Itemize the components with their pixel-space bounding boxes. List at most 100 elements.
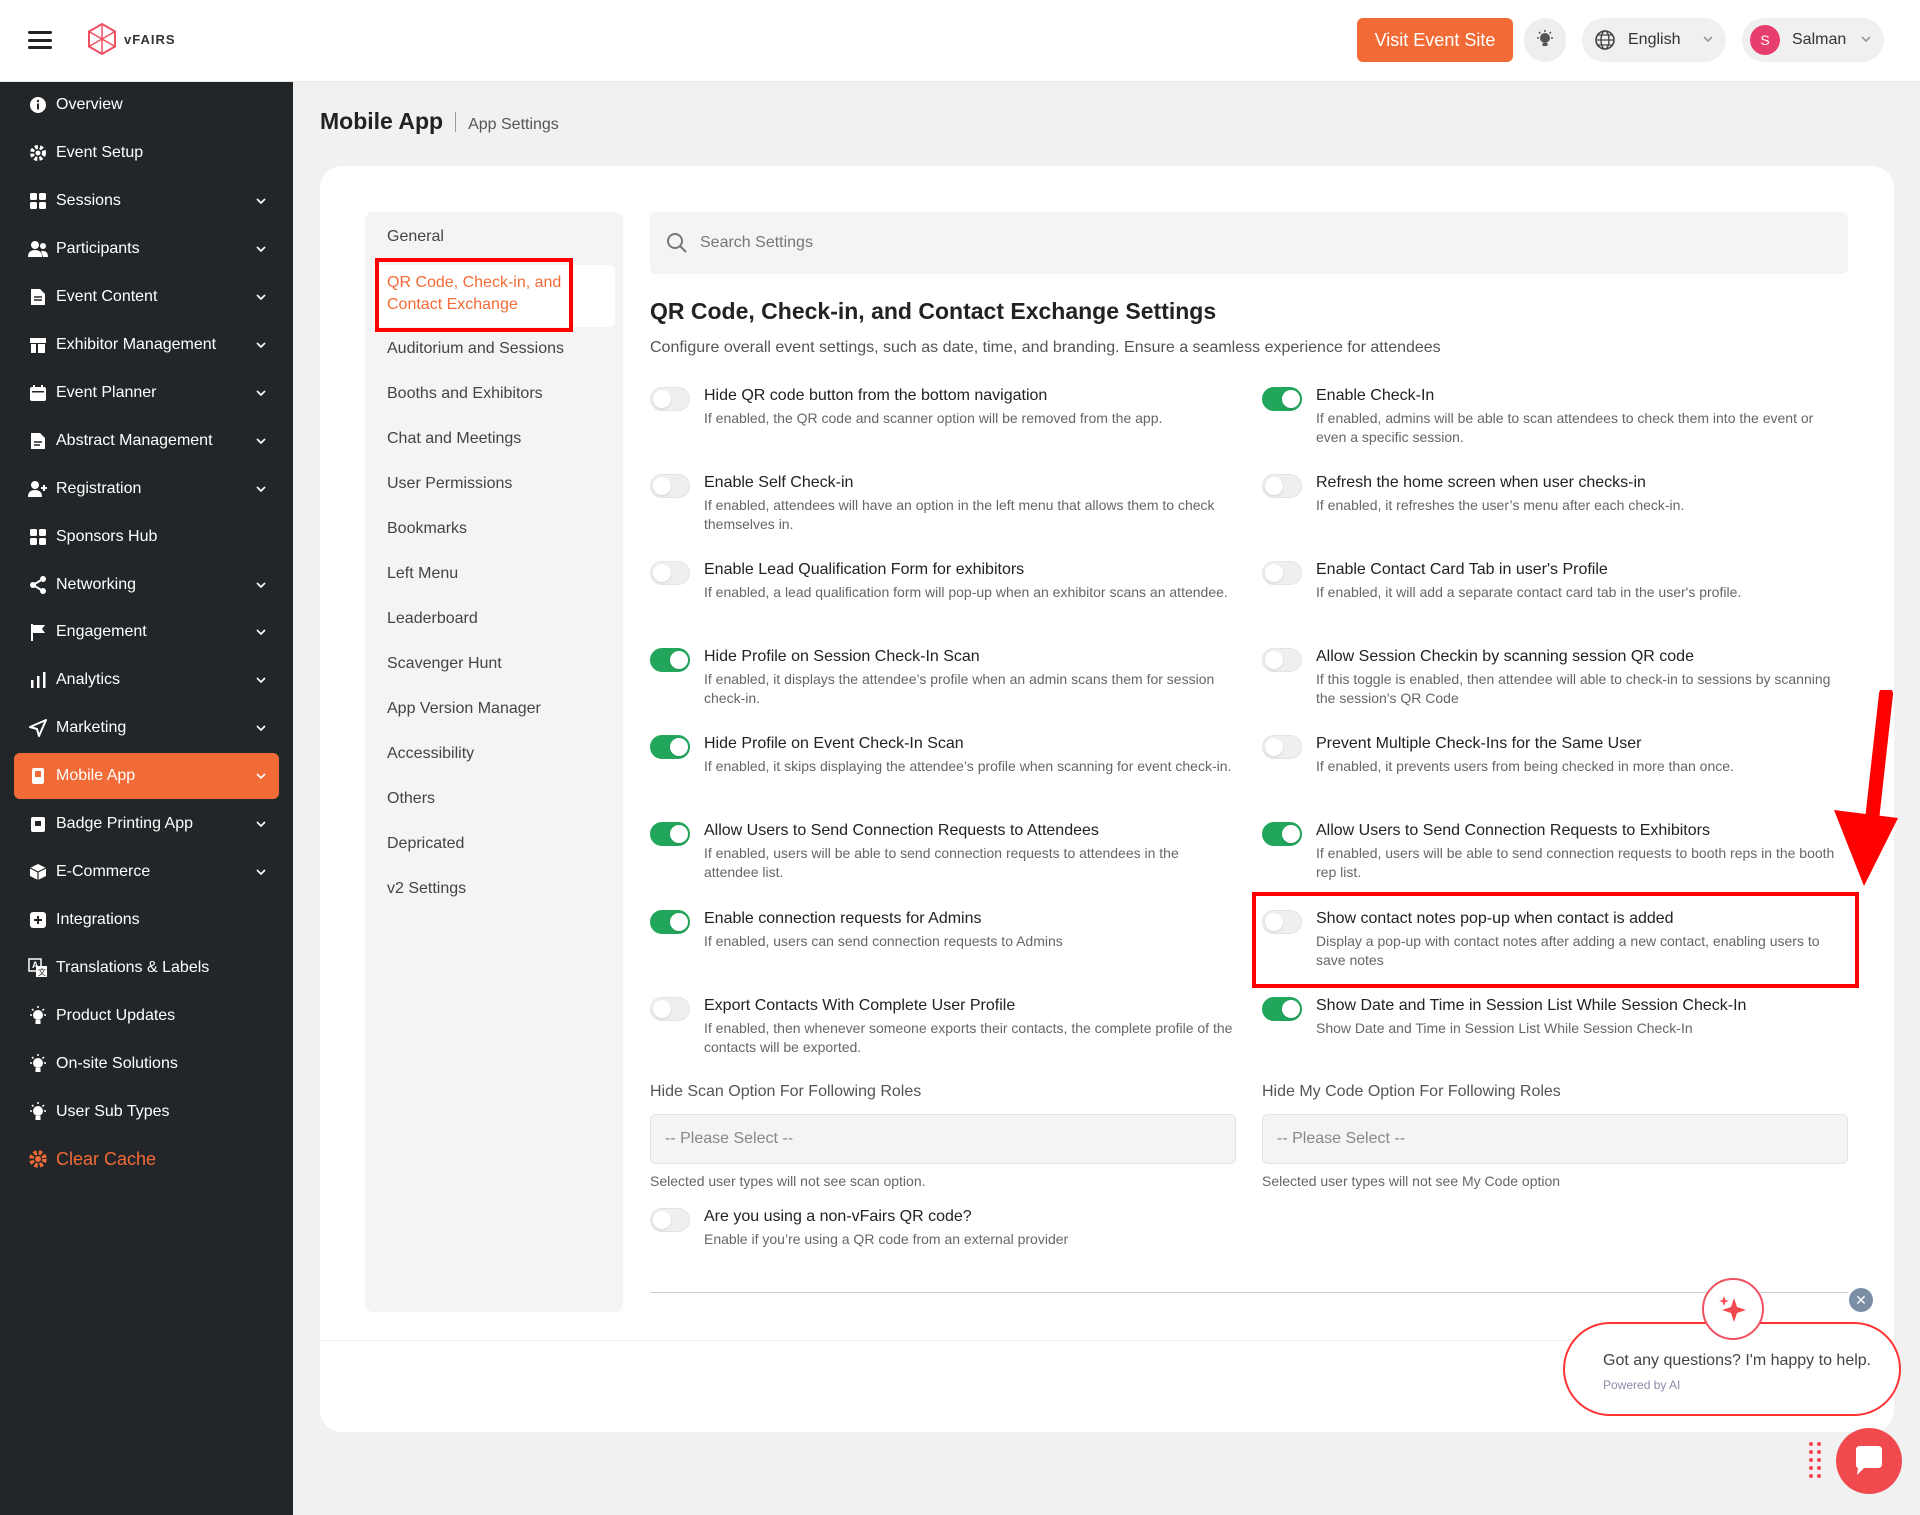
sidebar-item-marketing[interactable]: Marketing [14,705,279,751]
toggle-switch[interactable] [1262,648,1302,672]
user-name: Salman [1792,31,1847,48]
settings-nav-item-leaderboard[interactable]: Leaderboard [387,610,478,628]
chat-launcher-button[interactable] [1836,1428,1902,1494]
sidebar-item-sessions[interactable]: Sessions [14,178,279,224]
bulb-icon [28,1102,48,1122]
toggle-switch[interactable] [1262,822,1302,846]
toggle-switch[interactable] [650,735,690,759]
top-bar: vFAIRS Visit Event Site English S Salman [0,0,1920,82]
setting-enable-connection-requests-for-admins: Enable connection requests for Admins If … [650,910,1250,970]
sidebar-item-analytics[interactable]: Analytics [14,657,279,703]
sidebar-item-label: Analytics [56,671,121,688]
sidebar-item-label: On-site Solutions [56,1055,178,1072]
chevron-down-icon [256,390,266,397]
sidebar-item-engagement[interactable]: Engagement [14,609,279,655]
sidebar-item-translations-labels[interactable]: A 文 Translations & Labels [14,945,279,991]
toggle-switch[interactable] [650,822,690,846]
chat-close-button[interactable]: ✕ [1849,1288,1873,1312]
info-icon [28,95,48,115]
search-icon [667,233,687,253]
settings-nav-item-others[interactable]: Others [387,790,435,808]
drag-handle-icon[interactable] [1808,1440,1822,1480]
sidebar-item-overview[interactable]: Overview [14,82,279,128]
settings-nav-item-user-permissions[interactable]: User Permissions [387,475,512,493]
setting-enable-lead-qualification-form-for-exhibitors: Enable Lead Qualification Form for exhib… [650,561,1250,621]
sidebar-item-mobile-app[interactable]: Mobile App [14,753,279,799]
toggle-switch[interactable] [1262,387,1302,411]
chevron-down-icon [1861,36,1871,43]
search-bar[interactable] [650,212,1848,274]
box-icon [28,862,48,882]
sidebar-item-on-site-solutions[interactable]: On-site Solutions [14,1041,279,1087]
setting-title: Hide QR code button from the bottom navi… [704,387,1048,404]
toggle-switch[interactable] [1262,474,1302,498]
sidebar-item-label: Mobile App [56,767,136,784]
setting-description: If enabled, admins will be able to scan … [1316,410,1814,445]
toggle-switch[interactable] [650,910,690,934]
sidebar-item-exhibitor-management[interactable]: Exhibitor Management [14,322,279,368]
sidebar-item-label: Networking [56,576,137,593]
toggle-switch[interactable] [650,1208,690,1232]
user-menu[interactable]: S Salman [1742,18,1884,62]
sidebar-item-e-commerce[interactable]: E-Commerce [14,849,279,895]
settings-nav-item-bookmarks[interactable]: Bookmarks [387,520,467,538]
chat-message: Got any questions? I'm happy to help. [1603,1352,1872,1369]
language-selector[interactable]: English [1582,18,1726,62]
settings-nav-item-app-version-manager[interactable]: App Version Manager [387,700,541,718]
settings-nav-item-auditorium-and-sessions[interactable]: Auditorium and Sessions [387,340,564,358]
sidebar-item-event-planner[interactable]: Event Planner [14,370,279,416]
setting-description: If enabled, users can send connection re… [704,933,1063,949]
ai-sparkle-button[interactable] [1702,1278,1764,1340]
settings-nav-item-depricated[interactable]: Depricated [387,835,464,853]
toggle-switch[interactable] [650,997,690,1021]
badge-icon [28,814,48,834]
sidebar-item-user-sub-types[interactable]: User Sub Types [14,1089,279,1135]
setting-description: If enabled, users will be able to send c… [1316,845,1835,880]
settings-nav-item-accessibility[interactable]: Accessibility [387,745,474,763]
sidebar-item-event-content[interactable]: Event Content [14,274,279,320]
sidebar-item-sponsors-hub[interactable]: Sponsors Hub [14,514,279,560]
sidebar-item-label: Sessions [56,192,121,209]
visit-event-site-button[interactable]: Visit Event Site [1357,18,1513,62]
settings-nav-item-chat-and-meetings[interactable]: Chat and Meetings [387,430,521,448]
settings-nav-item-general[interactable]: General [387,228,444,246]
toggle-switch[interactable] [650,648,690,672]
settings-nav-item-v2-settings[interactable]: v2 Settings [387,880,466,898]
logo[interactable]: vFAIRS [86,22,176,56]
toggle-switch[interactable] [1262,997,1302,1021]
sidebar-item-event-setup[interactable]: Event Setup [14,130,279,176]
sidebar-item-label: Sponsors Hub [56,528,158,545]
sidebar-item-badge-printing-app[interactable]: Badge Printing App [14,801,279,847]
page-subtitle: App Settings [468,116,559,133]
setting-description: If enabled, it prevents users from being… [1316,758,1734,774]
sidebar-item-participants[interactable]: Participants [14,226,279,272]
setting-description: Show Date and Time in Session List While… [1316,1020,1693,1036]
settings-nav-item-left-menu[interactable]: Left Menu [387,565,458,583]
chevron-down-icon [256,821,266,828]
clear-cache-button[interactable]: Clear Cache [14,1136,279,1182]
mycode-roles-select[interactable]: -- Please Select -- [1262,1114,1848,1164]
users-icon [28,239,48,259]
lightbulb-button[interactable] [1524,18,1566,62]
sidebar-item-label: Participants [56,240,140,257]
logo-text: vFAIRS [124,31,176,47]
toggle-switch[interactable] [1262,735,1302,759]
settings-nav-item-scavenger-hunt[interactable]: Scavenger Hunt [387,655,502,673]
search-input[interactable] [700,234,1300,252]
sidebar-item-networking[interactable]: Networking [14,562,279,608]
hamburger-menu-icon[interactable] [28,31,52,49]
toggle-switch[interactable] [650,474,690,498]
toggle-switch[interactable] [650,561,690,585]
scan-roles-select[interactable]: -- Please Select -- [650,1114,1236,1164]
sidebar-item-product-updates[interactable]: Product Updates [14,993,279,1039]
section-title: QR Code, Check-in, and Contact Exchange … [650,298,1217,324]
sidebar-item-abstract-management[interactable]: Abstract Management [14,418,279,464]
settings-nav-item-booths-and-exhibitors[interactable]: Booths and Exhibitors [387,385,543,403]
sidebar-item-registration[interactable]: Registration [14,466,279,512]
setting-allow-users-to-send-connection-requests-to-attendees: Allow Users to Send Connection Requests … [650,822,1250,882]
toggle-switch[interactable] [650,387,690,411]
sidebar-item-label: Event Setup [56,144,144,161]
toggle-switch[interactable] [1262,561,1302,585]
chevron-down-icon [1703,36,1713,43]
sidebar-item-integrations[interactable]: Integrations [14,897,279,943]
